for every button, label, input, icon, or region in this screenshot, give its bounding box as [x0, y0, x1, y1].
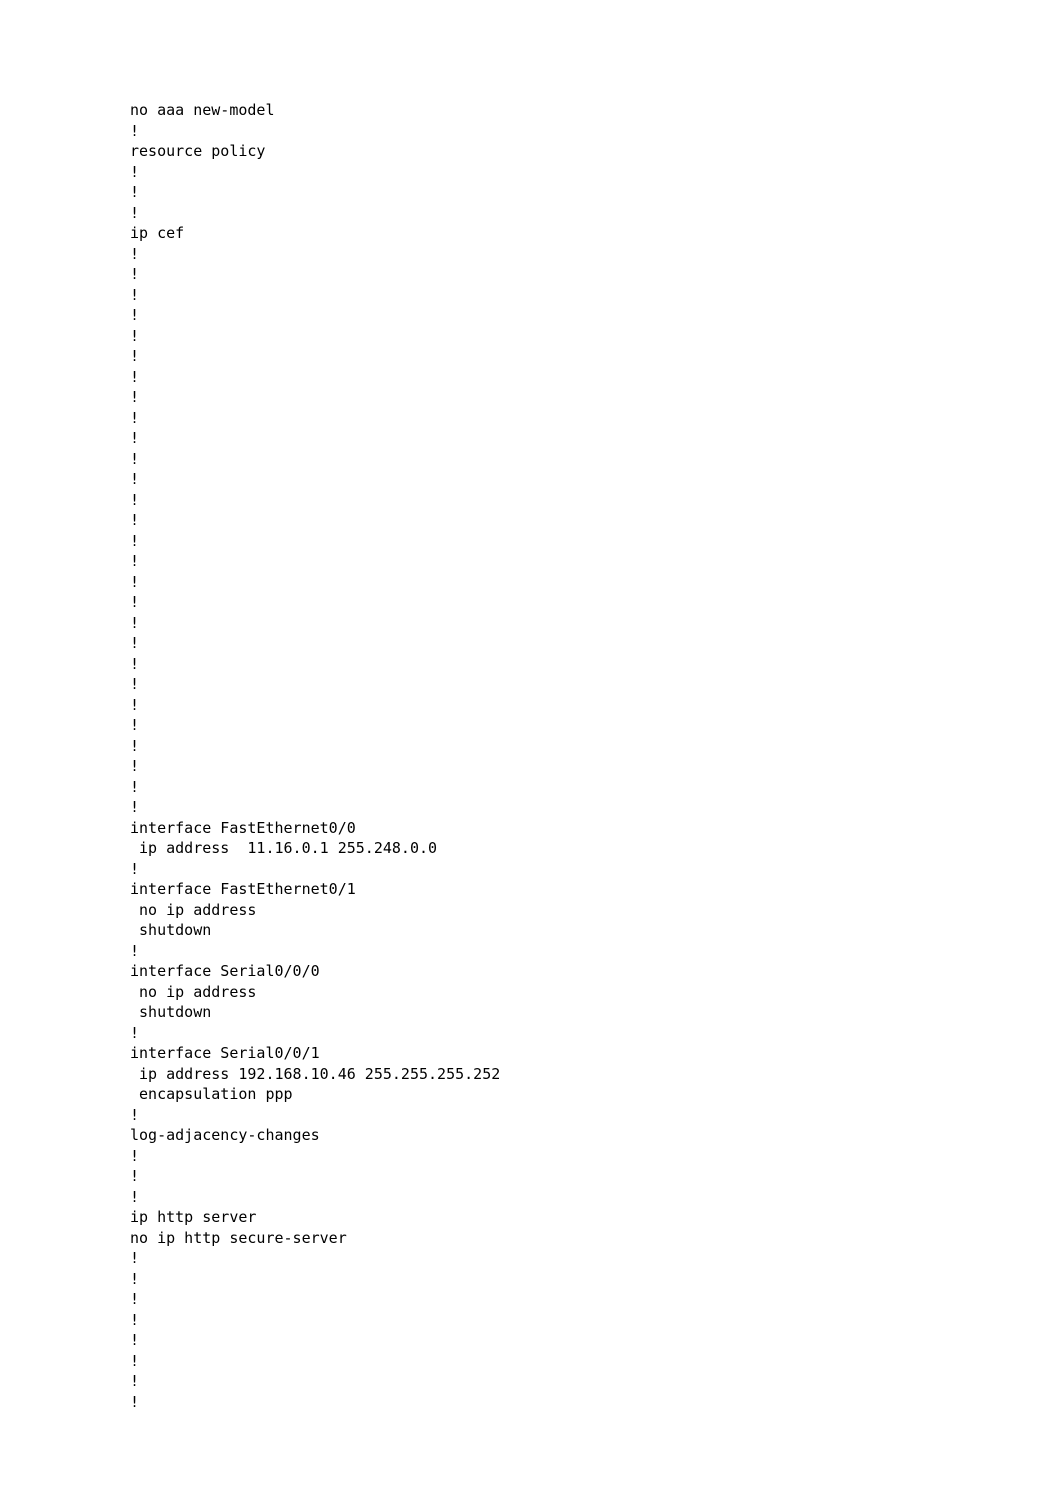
router-config-text: no aaa new-model ! resource policy ! ! !… — [130, 100, 932, 1412]
